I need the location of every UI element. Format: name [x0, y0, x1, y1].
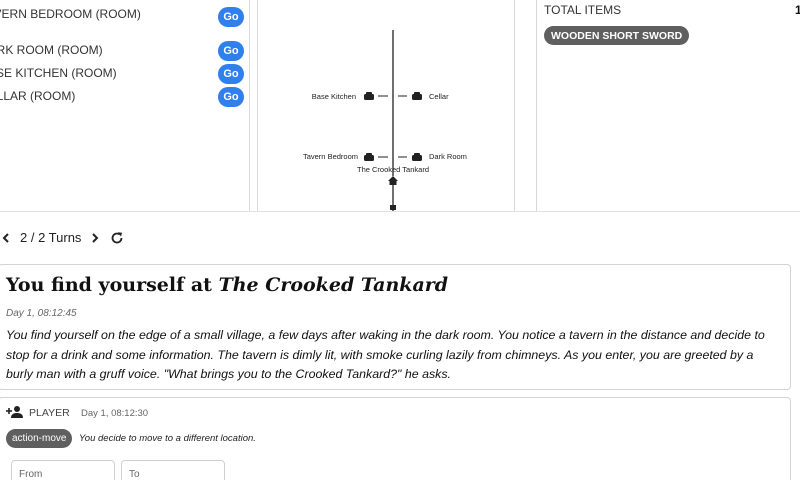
add-person-icon	[6, 406, 23, 418]
map-label-tavern-bedroom: Tavern Bedroom	[303, 152, 358, 161]
location-label: CELLAR (ROOM)	[0, 89, 76, 103]
story-card: You find yourself at The Crooked Tankard…	[0, 264, 791, 390]
action-description: You decide to move to a different locati…	[79, 433, 256, 444]
map-label-current: The Crooked Tankard	[357, 165, 429, 174]
map-label-dark-room: Dark Room	[429, 152, 467, 161]
location-label: DARK ROOM (ROOM)	[0, 43, 103, 57]
to-field[interactable]: To	[121, 460, 225, 480]
story-title-prefix: You find yourself at	[6, 274, 219, 296]
story-title: You find yourself at The Crooked Tankard	[6, 274, 448, 296]
go-button[interactable]: Go	[218, 41, 244, 61]
player-marker	[390, 205, 396, 210]
chevron-right-icon	[92, 233, 99, 243]
from-field[interactable]: From	[11, 460, 115, 480]
story-body: You find yourself on the edge of a small…	[6, 328, 765, 381]
go-button[interactable]: Go	[218, 7, 244, 27]
turn-navigation: 2 / 2 Turns	[0, 226, 200, 250]
inventory-panel: TOTAL ITEMS 1 WOODEN SHORT SWORD	[537, 0, 800, 212]
room-icon[interactable]	[364, 92, 374, 100]
player-timestamp: Day 1, 08:12:30	[81, 408, 149, 419]
go-button[interactable]: Go	[218, 64, 244, 84]
player-card: PLAYER Day 1, 08:12:30 action-move You d…	[0, 397, 791, 480]
location-label: TAVERN BEDROOM (ROOM)	[0, 7, 141, 21]
turn-counter: 2 / 2 Turns	[20, 230, 82, 245]
room-icon[interactable]	[412, 92, 422, 100]
home-icon[interactable]	[388, 176, 398, 185]
section-divider	[0, 211, 800, 212]
player-role: PLAYER	[29, 407, 70, 419]
map-graph: Base Kitchen Cellar Tavern Bedroom Dark …	[303, 30, 467, 212]
locations-panel: TAVERN BEDROOM (ROOM) Go DARK ROOM (ROOM…	[0, 0, 250, 212]
room-icon[interactable]	[412, 153, 422, 161]
inventory-count: 1	[795, 3, 800, 17]
next-turn-button[interactable]	[86, 226, 104, 250]
location-label: BASE KITCHEN (ROOM)	[0, 66, 117, 80]
inventory-item[interactable]: WOODEN SHORT SWORD	[544, 26, 690, 45]
inventory-title: TOTAL ITEMS	[544, 3, 622, 17]
action-tag: action-move	[6, 429, 73, 448]
map-label-base-kitchen: Base Kitchen	[312, 92, 356, 101]
refresh-button[interactable]	[108, 226, 126, 250]
from-field-label: From	[19, 469, 43, 480]
map-panel: Base Kitchen Cellar Tavern Bedroom Dark …	[258, 0, 515, 212]
room-icon[interactable]	[364, 153, 374, 161]
chevron-left-icon	[2, 233, 9, 243]
refresh-icon	[111, 232, 123, 244]
go-button[interactable]: Go	[218, 87, 244, 107]
map-label-cellar: Cellar	[429, 92, 449, 101]
previous-turn-button[interactable]	[0, 226, 15, 250]
to-field-label: To	[129, 469, 140, 480]
story-title-place: The Crooked Tankard	[218, 274, 449, 296]
top-panels: TAVERN BEDROOM (ROOM) Go DARK ROOM (ROOM…	[0, 0, 800, 212]
story-timestamp: Day 1, 08:12:45	[6, 308, 77, 319]
